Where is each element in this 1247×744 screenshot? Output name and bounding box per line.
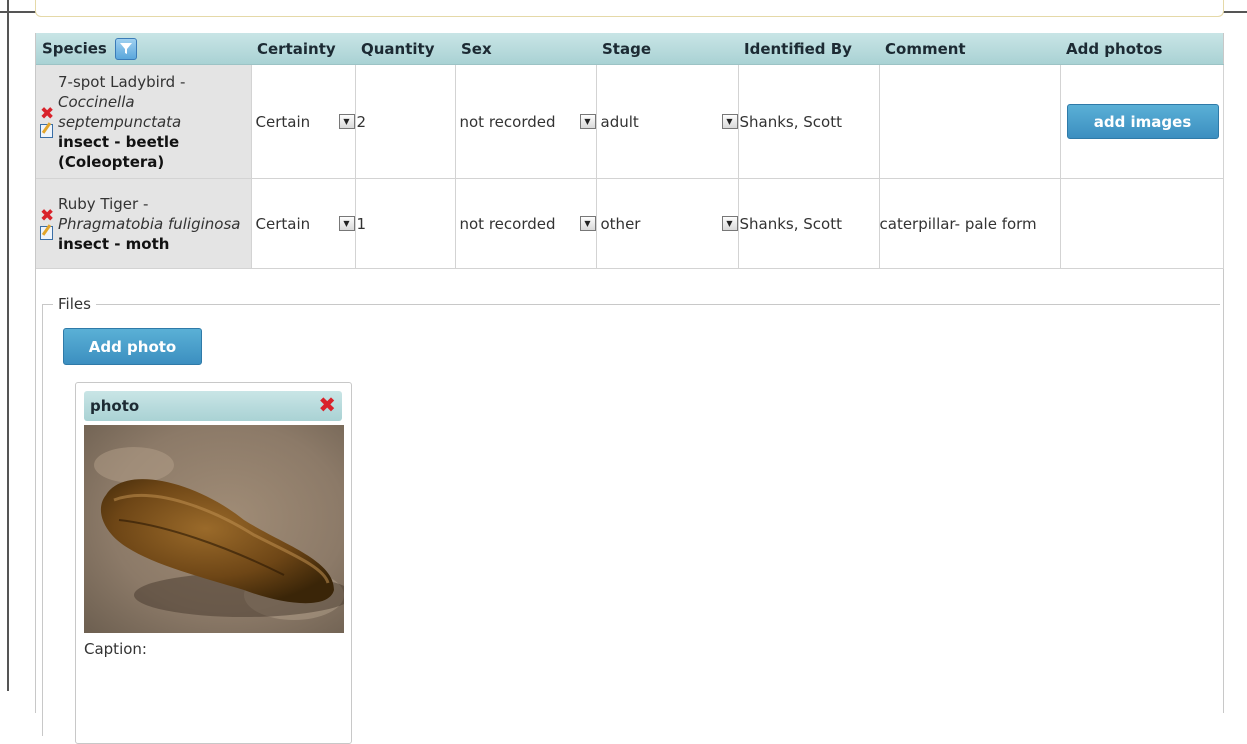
photo-card-title: photo xyxy=(90,397,140,415)
stage-value: other xyxy=(600,214,641,233)
certainty-value: Certain xyxy=(255,214,311,233)
add-photos-cell xyxy=(1060,178,1224,269)
sex-value: not recorded xyxy=(459,112,556,131)
chevron-down-icon[interactable]: ▼ xyxy=(579,216,596,231)
row-actions: ✖ xyxy=(40,207,56,240)
col-comment-header[interactable]: Comment xyxy=(879,33,1060,65)
edit-icon[interactable] xyxy=(40,225,53,240)
window-frame-left xyxy=(7,0,9,691)
row-actions: ✖ xyxy=(40,105,56,138)
col-sex-header[interactable]: Sex xyxy=(455,33,596,65)
sex-select[interactable]: not recorded ▼ xyxy=(455,64,597,179)
species-cell: ✖ 7-spot Ladybird - Coccinella septempun… xyxy=(36,64,252,179)
identified-by-input[interactable]: Shanks, Scott xyxy=(738,178,880,269)
chevron-down-icon[interactable]: ▼ xyxy=(721,114,738,129)
stage-value: adult xyxy=(600,112,639,131)
quantity-input[interactable]: 2 xyxy=(355,64,456,179)
grid-header-row: Species Certainty Quantity Sex Stage Ide… xyxy=(36,33,1223,65)
sex-select[interactable]: not recorded ▼ xyxy=(455,178,597,269)
certainty-select[interactable]: Certain ▼ xyxy=(251,64,356,179)
chevron-down-icon[interactable]: ▼ xyxy=(338,216,355,231)
quantity-value: 1 xyxy=(356,214,367,233)
quantity-input[interactable]: 1 xyxy=(355,178,456,269)
species-header-label: Species xyxy=(42,39,107,57)
files-legend: Files xyxy=(58,295,91,313)
identified-by-value: Shanks, Scott xyxy=(739,112,842,131)
sex-value: not recorded xyxy=(459,214,556,233)
chevron-down-icon[interactable]: ▼ xyxy=(721,216,738,231)
chevron-down-icon[interactable]: ▼ xyxy=(338,114,355,129)
add-photos-cell: add images xyxy=(1060,64,1224,179)
species-grid: Species Certainty Quantity Sex Stage Ide… xyxy=(36,33,1224,269)
photo-card-header: photo ✖ xyxy=(84,391,342,421)
species-group: insect - moth xyxy=(58,234,170,253)
stage-select[interactable]: other ▼ xyxy=(596,178,739,269)
stage-select[interactable]: adult ▼ xyxy=(596,64,739,179)
species-group: insect - beetle (Coleoptera) xyxy=(58,132,180,171)
col-identified-by-header[interactable]: Identified By xyxy=(738,33,879,65)
caterpillar-photo xyxy=(84,425,344,633)
photo-thumbnail-card: photo ✖ Caption: xyxy=(75,382,352,744)
col-stage-header[interactable]: Stage xyxy=(596,33,738,65)
comment-value: caterpillar- pale form xyxy=(879,214,1037,233)
certainty-select[interactable]: Certain ▼ xyxy=(251,178,356,269)
species-common-name: Ruby Tiger - xyxy=(58,194,149,213)
add-images-button[interactable]: add images xyxy=(1066,104,1219,139)
edit-icon[interactable] xyxy=(40,123,53,138)
identified-by-input[interactable]: Shanks, Scott xyxy=(738,64,880,179)
col-quantity-header[interactable]: Quantity xyxy=(355,33,455,65)
species-cell: ✖ Ruby Tiger - Phragmatobia fuliginosa i… xyxy=(36,178,252,269)
table-row: ✖ 7-spot Ladybird - Coccinella septempun… xyxy=(36,64,1224,179)
previous-panel-edge xyxy=(35,0,1224,17)
col-certainty-header[interactable]: Certainty xyxy=(251,33,355,65)
identified-by-value: Shanks, Scott xyxy=(739,214,842,233)
col-add-photos-header: Add photos xyxy=(1060,33,1223,65)
add-photo-button[interactable]: Add photo xyxy=(63,328,202,365)
quantity-value: 2 xyxy=(356,112,367,131)
col-species-header[interactable]: Species xyxy=(36,33,251,65)
photo-caption-label: Caption: xyxy=(84,640,147,658)
certainty-value: Certain xyxy=(255,112,311,131)
chevron-down-icon[interactable]: ▼ xyxy=(579,114,596,129)
delete-icon[interactable]: ✖ xyxy=(40,207,56,225)
comment-input[interactable] xyxy=(879,64,1061,179)
comment-input[interactable]: caterpillar- pale form xyxy=(879,178,1061,269)
delete-photo-icon[interactable]: ✖ xyxy=(318,393,336,417)
filter-icon[interactable] xyxy=(115,37,138,60)
species-latin-name: Coccinella septempunctata xyxy=(58,92,182,131)
species-common-name: 7-spot Ladybird - xyxy=(58,72,186,91)
table-row: ✖ Ruby Tiger - Phragmatobia fuliginosa i… xyxy=(36,178,1224,269)
species-latin-name: Phragmatobia fuliginosa xyxy=(58,214,241,233)
delete-icon[interactable]: ✖ xyxy=(40,105,56,123)
